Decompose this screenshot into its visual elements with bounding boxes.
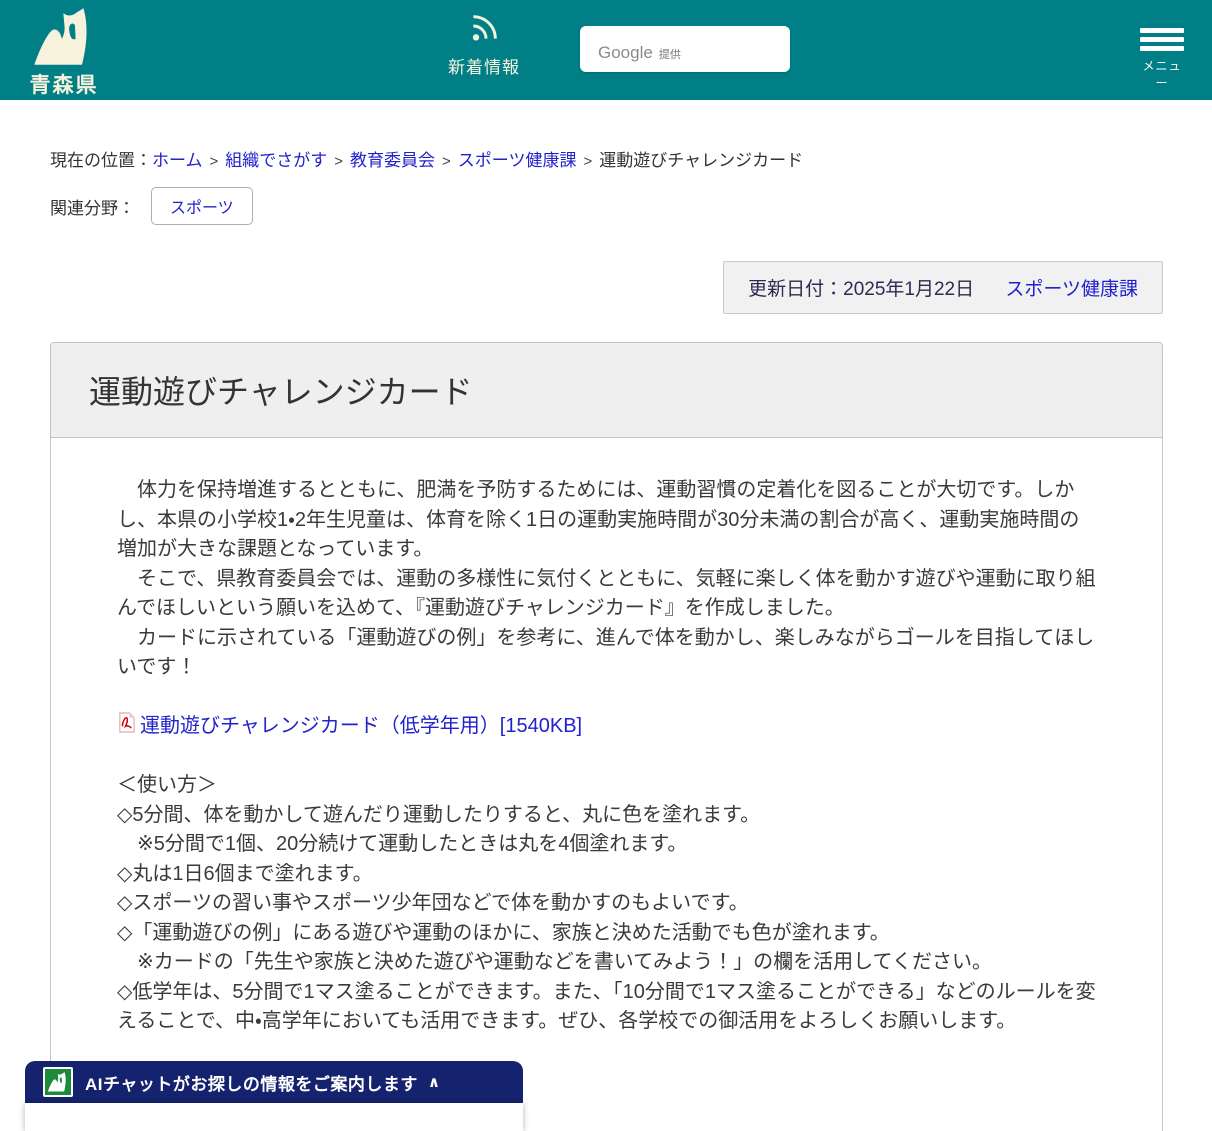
breadcrumb-separator: > bbox=[583, 153, 593, 170]
article-header: 運動遊びチャレンジカード bbox=[51, 343, 1162, 438]
usage-line: ◇「運動遊びの例」にある遊びや運動のほかに、家族と決めた活動でも色が塗れます。 bbox=[117, 921, 890, 944]
page-title: 運動遊びチャレンジカード bbox=[89, 374, 473, 410]
intro-paragraph: カードに示されている「運動遊びの例」を参考に、進んで体を動かし、楽しみながらゴー… bbox=[117, 626, 1095, 679]
usage-line: ◇スポーツの習い事やスポーツ少年団などで体を動かすのもよいです。 bbox=[117, 892, 749, 914]
usage-line: ※5分間で1個、20分続けて運動したときは丸を4個塗れます。 bbox=[117, 833, 688, 855]
chevron-up-icon: ∧ bbox=[427, 1074, 441, 1091]
related-tag-sports[interactable]: スポーツ bbox=[151, 187, 253, 225]
article-card: 運動遊びチャレンジカード 体力を保持増進するとともに、肥満を予防するためには、運… bbox=[50, 342, 1163, 1131]
usage-line: ◇5分間、体を動かして遊んだり運動したりすると、丸に色を塗れます。 bbox=[117, 803, 761, 826]
menu-button[interactable]: メニュー bbox=[1139, 28, 1185, 91]
google-watermark: Google 提供 bbox=[598, 43, 681, 62]
breadcrumb-current: 運動遊びチャレンジカード bbox=[599, 151, 804, 170]
breadcrumb-prefix: 現在の位置： bbox=[50, 151, 152, 170]
note-paragraph: ◇低学年は、5分間で1マス塗ることができます。また、「10分間で1マス塗ることが… bbox=[117, 980, 1096, 1033]
breadcrumb-separator: > bbox=[442, 153, 451, 170]
pdf-link[interactable]: 運動遊びチャレンジカード（低学年用）[1540KB] bbox=[140, 712, 582, 742]
usage-line: ※カードの「先生や家族と決めた遊びや運動などを書いてみよう！」の欄を活用してくだ… bbox=[117, 951, 992, 973]
article-body: 体力を保持増進するとともに、肥満を予防するためには、運動習慣の定着化を図ることが… bbox=[51, 438, 1162, 1131]
menu-label: メニュー bbox=[1142, 59, 1182, 90]
main-content: 現在の位置：ホーム > 組織でさがす > 教育委員会 > スポーツ健康課 > 運動遊びチャレンジ… bbox=[50, 146, 1163, 1131]
ai-chat-panel bbox=[25, 1103, 523, 1131]
update-info-box: 更新日付：2025年1月22日 スポーツ健康課 bbox=[723, 261, 1163, 314]
hamburger-icon bbox=[1139, 28, 1185, 51]
ai-chat-logo-icon bbox=[43, 1067, 73, 1097]
whatsnew-label: 新着情報 bbox=[448, 58, 520, 77]
aomori-logo-icon bbox=[31, 8, 97, 70]
usage-heading: ＜使い方＞ bbox=[117, 774, 217, 796]
related-fields-row: 関連分野： スポーツ bbox=[50, 187, 1163, 225]
ai-chat-label: AIチャットがお探しの情報をご案内します bbox=[85, 1074, 418, 1094]
breadcrumb-link-sports-health-division[interactable]: スポーツ健康課 bbox=[458, 151, 577, 170]
site-header: 青森県 新着情報 Google 提供 メニュー bbox=[0, 0, 1212, 100]
update-date: 更新日付：2025年1月22日 bbox=[748, 279, 975, 300]
brand-label: 青森県 bbox=[29, 74, 99, 97]
department-link[interactable]: スポーツ健康課 bbox=[1005, 279, 1138, 300]
intro-paragraph: そこで、県教育委員会では、運動の多様性に気付くとともに、気軽に楽しく体を動かす遊… bbox=[117, 567, 1096, 620]
search-input[interactable]: Google 提供 bbox=[580, 26, 790, 72]
intro-paragraph: 体力を保持増進するとともに、肥満を予防するためには、運動習慣の定着化を図ることが… bbox=[117, 479, 1080, 560]
breadcrumb-link-organizations[interactable]: 組織でさがす bbox=[225, 151, 327, 170]
whatsnew-link[interactable]: 新着情報 bbox=[438, 12, 530, 78]
breadcrumb: 現在の位置：ホーム > 組織でさがす > 教育委員会 > スポーツ健康課 > 運動遊びチャレンジ… bbox=[50, 146, 1163, 171]
breadcrumb-link-home[interactable]: ホーム bbox=[152, 151, 203, 170]
related-fields-label: 関連分野： bbox=[50, 198, 135, 218]
ai-chat-widget: AIチャットがお探しの情報をご案内します ∧ bbox=[25, 1061, 523, 1131]
ai-chat-banner[interactable]: AIチャットがお探しの情報をご案内します ∧ bbox=[25, 1061, 523, 1103]
breadcrumb-separator: > bbox=[209, 153, 219, 170]
rss-icon bbox=[468, 15, 500, 48]
pdf-icon bbox=[117, 711, 136, 743]
brand-logo[interactable]: 青森県 bbox=[22, 8, 106, 99]
pdf-link-row: 運動遊びチャレンジカード（低学年用）[1540KB] bbox=[117, 711, 1096, 743]
usage-line: ◇丸は1日6個まで塗れます。 bbox=[117, 862, 373, 885]
breadcrumb-link-board-of-education[interactable]: 教育委員会 bbox=[350, 151, 435, 170]
breadcrumb-separator: > bbox=[334, 153, 344, 170]
